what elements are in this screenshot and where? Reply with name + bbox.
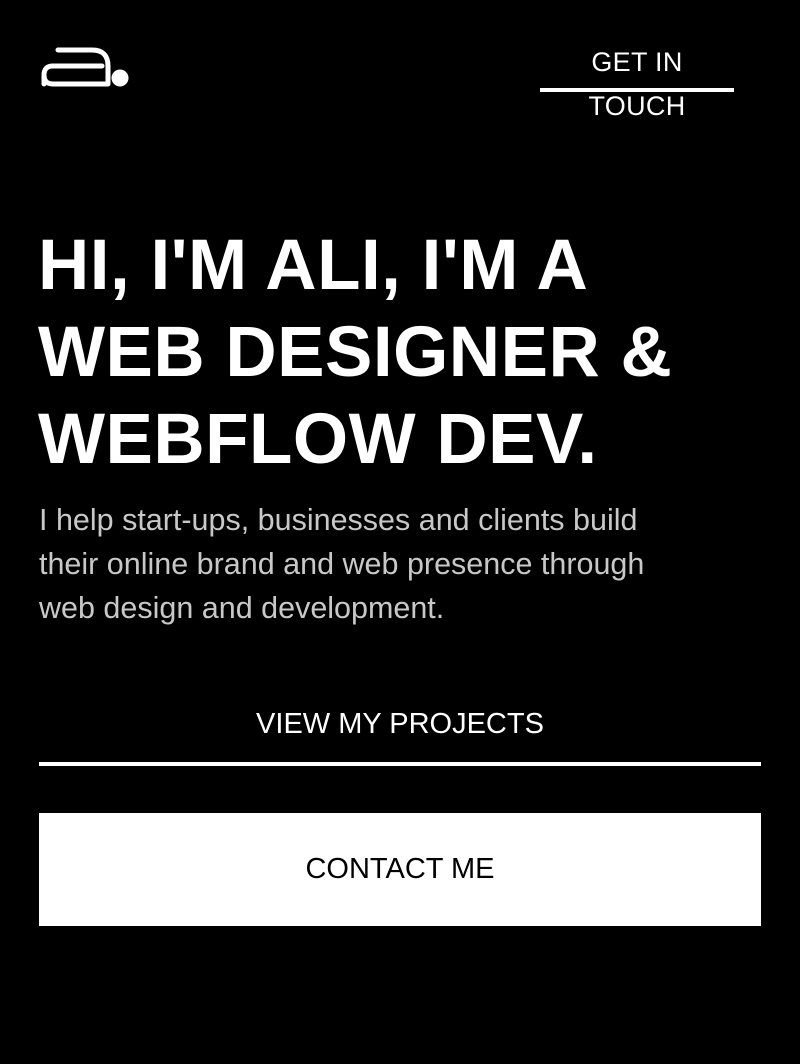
stylized-a-logo-icon <box>41 47 129 87</box>
contact-me-button[interactable]: CONTACT ME <box>39 813 761 926</box>
hero-intro: I help start-ups, businesses and clients… <box>39 498 769 630</box>
headline-line: WEBFLOW DEV. <box>38 400 598 479</box>
hero-headline: HI, I'M ALI, I'M A WEB DESIGNER & WEBFLO… <box>38 222 778 483</box>
intro-line: their online brand and web presence thro… <box>39 547 645 581</box>
logo-icon[interactable] <box>40 44 132 88</box>
headline-line: WEB DESIGNER & <box>38 313 673 392</box>
view-projects-button[interactable]: VIEW MY PROJECTS <box>39 690 761 766</box>
headline-line: HI, I'M ALI, I'M A <box>38 226 589 305</box>
get-in-touch-link[interactable]: GET IN TOUCH <box>540 40 734 121</box>
intro-line: web design and development. <box>39 591 445 625</box>
intro-line: I help start-ups, businesses and clients… <box>39 503 638 537</box>
site-header: GET IN TOUCH <box>40 40 734 121</box>
